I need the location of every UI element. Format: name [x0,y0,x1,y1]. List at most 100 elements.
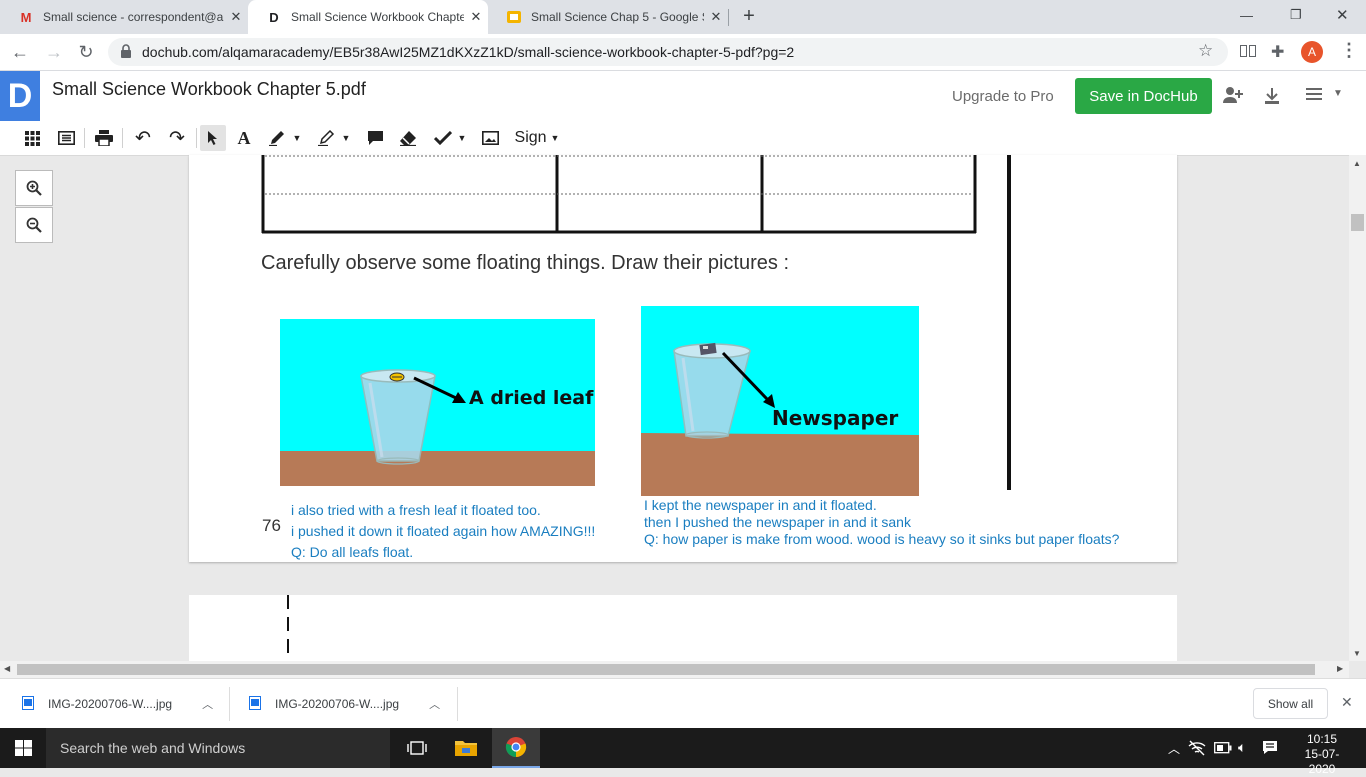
upgrade-link[interactable]: Upgrade to Pro [952,88,1054,105]
scroll-right-arrow-icon[interactable]: ▶ [1337,664,1343,673]
horizontal-scrollbar[interactable]: ◀ ▶ [0,661,1349,678]
taskbar-search-text: Search the web and Windows [60,740,246,756]
system-clock[interactable]: 10:15 15-07-2020 [1292,732,1352,777]
scroll-down-arrow-icon[interactable]: ▼ [1353,649,1361,658]
chevron-up-icon[interactable]: ︿ [1168,740,1180,757]
page-number: 76 [262,516,281,535]
note-right-line[interactable]: Q: how paper is make from wood. wood is … [644,531,1119,547]
caret-down-icon: ▼ [341,133,351,143]
clock-date: 15-07-2020 [1304,747,1340,776]
tab-slides[interactable]: Small Science Chap 5 - Google Sl ✕ [488,0,728,34]
toolbar-divider [122,128,123,148]
bookmark-star-icon[interactable]: ☆ [1198,41,1213,61]
minimize-button[interactable]: — [1240,8,1253,23]
gmail-icon: M [20,9,32,25]
tab-strip: M Small science - correspondent@a ✕ D Sm… [0,0,1366,34]
file-explorer-icon[interactable] [455,738,477,759]
pen-tool[interactable]: ▼ [266,125,304,151]
select-pointer-tool[interactable] [200,125,226,151]
close-window-button[interactable]: ✕ [1336,6,1349,24]
checkmark-icon [433,131,452,145]
highlighter-tool[interactable]: ▼ [314,125,354,151]
tab-separator [728,9,729,26]
profile-avatar[interactable]: A [1301,41,1323,63]
windows-taskbar: Search the web and Windows ︿ 🔈︎ 10:15 15… [0,728,1366,776]
zoom-in-button[interactable] [15,170,53,206]
show-all-button[interactable]: Show all [1253,688,1328,719]
add-user-icon[interactable] [1222,86,1244,107]
image-icon[interactable] [478,125,502,151]
note-right-line[interactable]: I kept the newspaper in and it floated. [644,497,877,513]
address-bar-row: ← → ↻ dochub.com/alqamaracademy/EB5r38Aw… [0,34,1366,71]
editor-toolbar: ↶ ↷ A ▼ ▼ ▼ Sign ▼ [0,121,1366,156]
note-right-line[interactable]: then I pushed the newspaper in and it sa… [644,514,911,530]
forward-button[interactable]: → [42,40,66,64]
dochub-logo[interactable]: D [0,71,40,121]
dried-leaf-label: A dried leaf [469,387,594,409]
document-title[interactable]: Small Science Workbook Chapter 5.pdf [52,79,366,100]
task-view-icon[interactable] [407,741,427,758]
vertical-scrollbar[interactable]: ▲ ▼ [1349,155,1366,661]
chevron-up-icon[interactable]: ︿ [429,696,440,712]
undo-icon[interactable]: ↶ [130,125,156,151]
scrollbar-thumb[interactable] [17,664,1315,675]
browser-menu-icon[interactable]: ⋮ [1340,40,1358,61]
reader-mode-icon[interactable] [1240,45,1256,60]
note-left-line[interactable]: i also tried with a fresh leaf it floate… [291,502,541,518]
download-icon[interactable] [1264,87,1280,108]
print-icon[interactable] [92,125,116,151]
extensions-puzzle-icon[interactable]: ✚ [1271,42,1284,62]
checkmark-tool[interactable]: ▼ [430,125,470,151]
download-item[interactable]: IMG-20200706-W....jpg ︿ [249,679,455,729]
zoom-out-button[interactable] [15,207,53,243]
chrome-icon [505,737,527,758]
pdf-page-next[interactable] [189,595,1177,665]
chevron-up-icon[interactable]: ︿ [202,696,213,712]
eraser-icon[interactable] [396,125,420,151]
redo-icon[interactable]: ↷ [164,125,190,151]
chevron-down-icon[interactable]: ▼ [1333,88,1343,99]
restore-button[interactable]: ❐ [1290,7,1302,23]
action-center-icon[interactable] [1262,740,1278,758]
highlighter-icon [317,130,334,146]
pdf-page[interactable]: Carefully observe some floating things. … [189,155,1177,562]
close-downloads-icon[interactable]: ✕ [1341,694,1353,711]
taskbar-search-box[interactable]: Search the web and Windows [46,728,390,768]
download-divider [229,687,230,721]
download-item[interactable]: IMG-20200706-W....jpg ︿ [22,679,228,729]
thumbnails-grid-icon[interactable] [20,125,44,151]
windows-start-icon[interactable] [15,740,32,759]
download-filename: IMG-20200706-W....jpg [48,697,173,711]
sign-menu-button[interactable]: Sign ▼ [512,125,562,151]
pen-icon [268,131,284,146]
new-tab-button[interactable]: + [738,5,760,27]
caret-down-icon: ▼ [457,133,467,143]
note-left-line[interactable]: i pushed it down it floated again how AM… [291,523,595,539]
comment-icon[interactable] [363,125,387,151]
omnibox[interactable]: dochub.com/alqamaracademy/EB5r38AwI25MZ1… [108,38,1228,66]
clock-time: 10:15 [1306,732,1338,746]
reload-button[interactable]: ↻ [74,40,98,64]
save-in-dochub-button[interactable]: Save in DocHub [1075,78,1212,114]
network-icon[interactable] [1188,740,1206,759]
tab-gmail[interactable]: M Small science - correspondent@a ✕ [0,0,248,34]
document-outline-icon[interactable] [54,125,78,151]
note-left-line[interactable]: Q: Do all leafs float. [291,544,413,560]
downloads-bar: IMG-20200706-W....jpg ︿ IMG-20200706-W..… [0,678,1366,729]
scroll-up-arrow-icon[interactable]: ▲ [1353,159,1361,168]
text-tool-icon[interactable]: A [232,125,256,151]
battery-icon[interactable] [1214,742,1232,757]
scrollbar-thumb[interactable] [1351,214,1364,231]
page-margin-line [287,595,289,665]
tab-dochub[interactable]: D Small Science Workbook Chapter ✕ [248,0,488,34]
close-tab-icon[interactable]: ✕ [224,9,248,25]
scroll-left-arrow-icon[interactable]: ◀ [4,664,10,673]
volume-icon[interactable]: 🔈︎ [1238,739,1246,756]
close-tab-icon[interactable]: ✕ [464,9,488,25]
hamburger-menu-icon[interactable] [1306,87,1322,104]
close-tab-icon[interactable]: ✕ [704,9,728,25]
chrome-taskbar-button[interactable] [492,728,540,768]
lock-icon [120,44,132,61]
sign-label: Sign [514,129,547,146]
back-button[interactable]: ← [8,40,32,64]
